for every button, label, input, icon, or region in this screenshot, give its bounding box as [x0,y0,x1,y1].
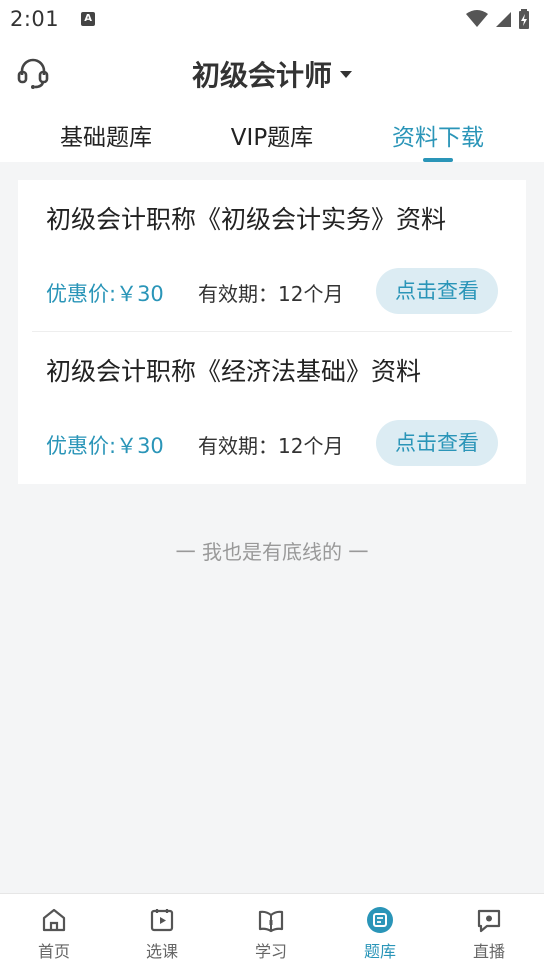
nav-home[interactable]: 首页 [0,894,108,968]
tab-label: 资料下载 [392,125,484,151]
exam-selector[interactable]: 初级会计师 [0,54,544,94]
study-book-icon [258,910,284,933]
nav-question-bank[interactable]: 题库 [326,894,434,968]
status-bar: 2:01 A [0,0,544,38]
list-item: 初级会计职称《初级会计实务》资料 优惠价:￥30 有效期：12个月 点击查看 [18,180,526,332]
view-button[interactable]: 点击查看 [376,268,498,314]
material-validity: 有效期：12个月 [198,434,344,458]
material-price: 优惠价:￥30 [46,434,164,458]
nav-label: 首页 [37,942,70,961]
home-icon [42,908,66,932]
status-time: 2:01 [10,7,60,31]
status-indicators [466,9,530,29]
tab-label: VIP题库 [230,125,314,151]
material-validity: 有效期：12个月 [198,282,344,306]
tab-basic-questions[interactable]: 基础题库 [26,118,186,162]
end-of-list-text: 一 我也是有底线的 一 [175,540,369,564]
nav-label: 直播 [472,942,505,961]
question-bank-icon [367,907,393,933]
chevron-down-icon [340,70,352,78]
nav-study[interactable]: 学习 [217,894,325,968]
nav-live[interactable]: 直播 [435,894,543,968]
battery-icon [519,9,529,29]
live-icon [477,909,501,933]
active-tab-indicator [423,158,453,162]
nav-label: 学习 [254,942,287,961]
material-title: 初级会计职称《初级会计实务》资料 [46,205,447,234]
material-title: 初级会计职称《经济法基础》资料 [46,357,422,386]
tab-label: 基础题库 [60,125,152,151]
nav-course[interactable]: 选课 [108,894,216,968]
tab-material-download[interactable]: 资料下载 [358,118,518,162]
list-item: 初级会计职称《经济法基础》资料 优惠价:￥30 有效期：12个月 点击查看 [18,332,526,484]
bottom-navigation: 首页 选课 学习 题库 直播 [0,893,544,968]
material-price: 优惠价:￥30 [46,282,164,306]
wifi-icon [466,10,488,27]
nav-label: 题库 [363,942,396,961]
view-button[interactable]: 点击查看 [376,420,498,466]
nav-label: 选课 [145,942,178,961]
notification-icon: A [81,12,96,26]
signal-icon [496,12,511,27]
top-header: 初级会计师 基础题库 VIP题库 资料下载 [0,38,544,162]
tab-vip-questions[interactable]: VIP题库 [192,118,352,162]
materials-list: 初级会计职称《初级会计实务》资料 优惠价:￥30 有效期：12个月 点击查看 初… [18,180,526,484]
tab-bar: 基础题库 VIP题库 资料下载 [0,118,544,162]
course-icon [150,909,174,932]
page-title: 初级会计师 [191,59,332,92]
